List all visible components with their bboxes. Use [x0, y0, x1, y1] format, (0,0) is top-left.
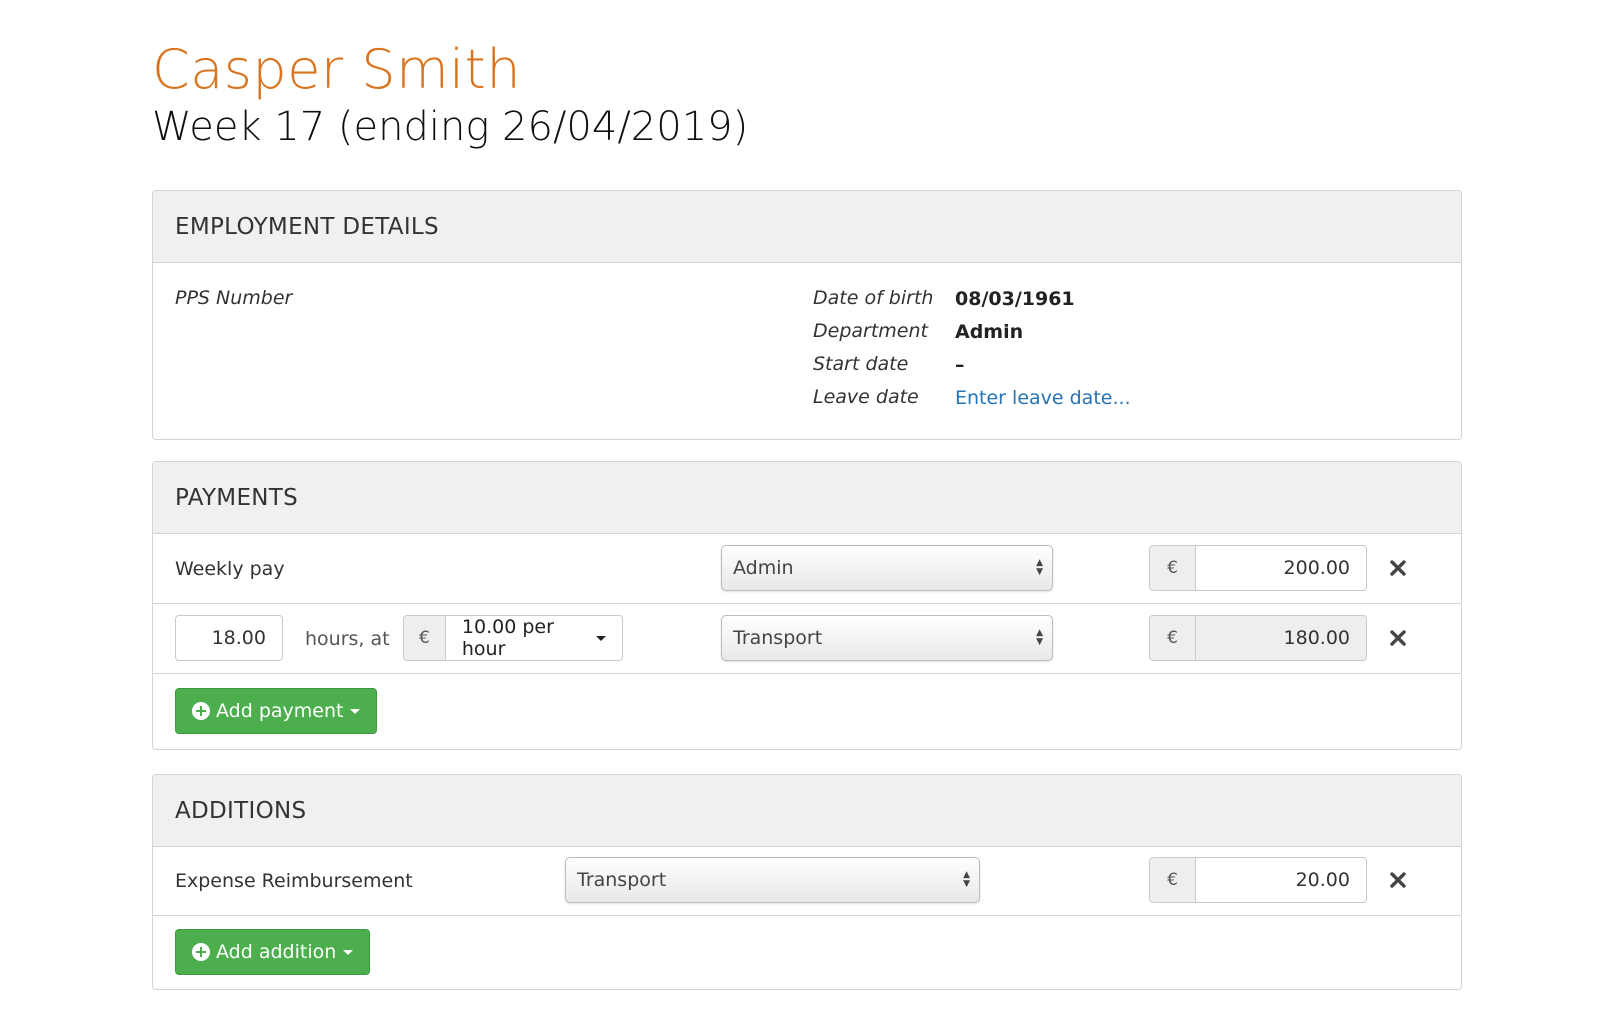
caret-down-icon	[596, 635, 606, 641]
payment-row: Weekly pay Admin ▲ ▼ € 200.00	[153, 534, 1461, 604]
add-addition-row: Add addition	[153, 916, 1461, 989]
close-icon[interactable]	[1387, 557, 1409, 579]
additions-panel: ADDITIONS Expense Reimbursement Transpor…	[152, 774, 1462, 990]
add-payment-button[interactable]: Add payment	[175, 688, 378, 734]
amount-input-group[interactable]: € 200.00	[1149, 545, 1367, 591]
department-select[interactable]: Transport ▲ ▼	[721, 615, 1053, 661]
department-select-value: Transport	[733, 627, 823, 649]
payment-row: 18.00 hours, at € 10.00 per hour Transpo…	[153, 604, 1461, 674]
add-payment-row: Add payment	[153, 674, 1461, 749]
pps-label: PPS Number	[175, 287, 293, 309]
employment-details-body: PPS Number Date of birth 08/03/1961 Depa…	[153, 263, 1461, 439]
additions-heading: ADDITIONS	[153, 775, 1461, 847]
payments-panel: PAYMENTS Weekly pay Admin ▲ ▼ € 200.00 18…	[152, 461, 1462, 750]
add-addition-label: Add addition	[216, 941, 337, 963]
enter-leave-date-link[interactable]: Enter leave date...	[955, 387, 1131, 409]
add-addition-button[interactable]: Add addition	[175, 929, 371, 975]
amount-input-group[interactable]: € 20.00	[1149, 857, 1367, 903]
caret-down-icon	[350, 708, 361, 714]
addition-label: Expense Reimbursement	[175, 870, 413, 892]
close-icon[interactable]	[1387, 627, 1409, 649]
department-select[interactable]: Admin ▲ ▼	[721, 545, 1053, 591]
employment-details-heading: EMPLOYMENT DETAILS	[153, 191, 1461, 263]
department-select-value: Transport	[577, 869, 667, 891]
rate-currency-addon: €	[404, 616, 446, 660]
payments-heading: PAYMENTS	[153, 462, 1461, 534]
updown-icon: ▲ ▼	[1036, 558, 1043, 577]
currency-addon: €	[1150, 616, 1196, 660]
currency-addon: €	[1150, 858, 1196, 902]
close-icon[interactable]	[1387, 869, 1409, 891]
add-payment-label: Add payment	[216, 700, 344, 722]
amount-readonly: 180.00	[1196, 616, 1366, 660]
payment-label: Weekly pay	[175, 558, 285, 580]
department-select[interactable]: Transport ▲ ▼	[565, 857, 980, 903]
updown-icon: ▲ ▼	[963, 870, 970, 889]
start-date-value: –	[955, 354, 965, 376]
hours-input[interactable]: 18.00	[175, 615, 283, 661]
dob-label: Date of birth	[813, 287, 934, 309]
currency-addon: €	[1150, 546, 1196, 590]
rate-value: 10.00 per hour	[461, 616, 554, 660]
department-label: Department	[813, 320, 928, 342]
plus-circle-icon	[192, 702, 210, 720]
amount-input-group[interactable]: € 180.00	[1149, 615, 1367, 661]
leave-date-label: Leave date	[813, 386, 919, 408]
employment-details-panel: EMPLOYMENT DETAILS PPS Number Date of bi…	[152, 190, 1462, 440]
start-date-label: Start date	[813, 353, 909, 375]
rate-input-group[interactable]: € 10.00 per hour	[403, 615, 623, 661]
caret-down-icon	[343, 949, 354, 955]
dob-value: 08/03/1961	[955, 288, 1075, 310]
department-value: Admin	[955, 321, 1024, 343]
week-title: Week 17 (ending 26/04/2019)	[152, 104, 749, 150]
addition-row: Expense Reimbursement Transport ▲ ▼ € 20.…	[153, 847, 1461, 916]
plus-circle-icon	[192, 943, 210, 961]
department-select-value: Admin	[733, 557, 794, 579]
employee-name: Casper Smith	[152, 38, 522, 101]
amount-input[interactable]: 200.00	[1196, 546, 1366, 590]
amount-input[interactable]: 20.00	[1196, 858, 1366, 902]
hours-at-text: hours, at	[305, 628, 390, 650]
updown-icon: ▲ ▼	[1036, 628, 1043, 647]
rate-dropdown-button[interactable]: 10.00 per hour	[445, 616, 622, 660]
